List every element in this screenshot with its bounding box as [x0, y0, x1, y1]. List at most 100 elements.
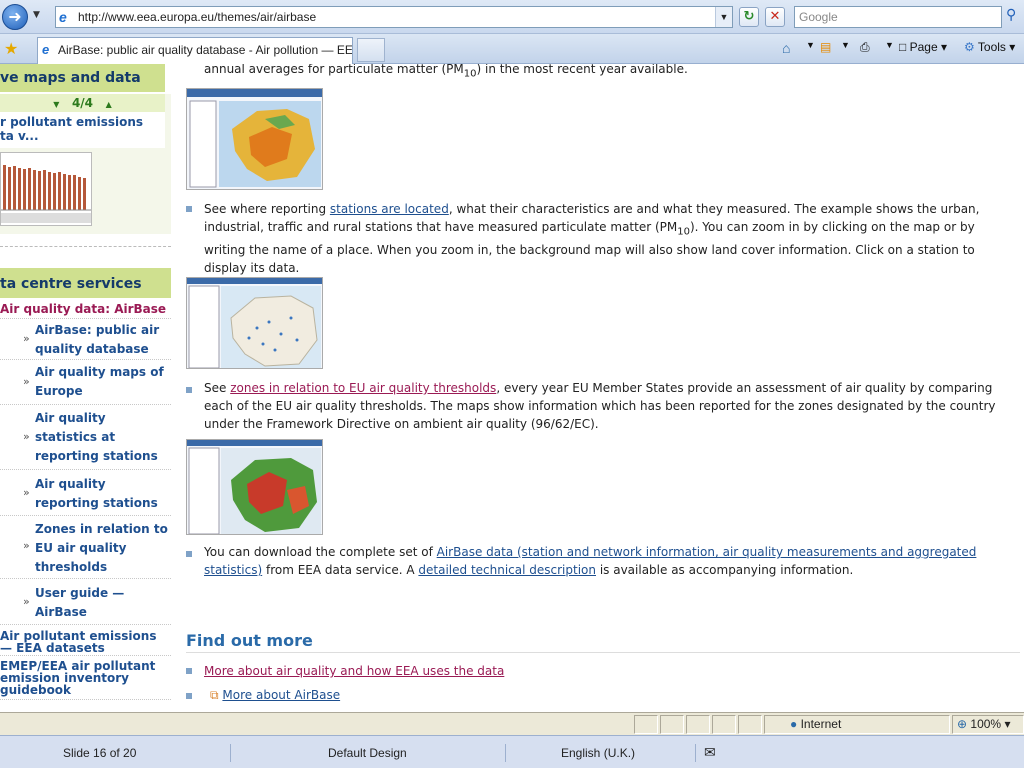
zones-map-thumbnail[interactable]: [186, 439, 323, 535]
zoom-value: 100%: [970, 717, 1002, 731]
refresh-icon[interactable]: ↻: [739, 7, 759, 27]
tab-airbase[interactable]: e AirBase: public air quality database -…: [37, 37, 353, 64]
slide-counter: Slide 16 of 20: [63, 746, 137, 760]
stations-located-link[interactable]: stations are located: [330, 202, 449, 216]
sidebar-item-stations[interactable]: » Air quality reporting stations: [0, 471, 171, 516]
p3-text-mid: from EEA data service. A: [262, 563, 419, 577]
chevron-right-icon: »: [23, 375, 30, 388]
chevron-right-icon: »: [23, 539, 30, 552]
p1-text: See where reporting: [204, 202, 330, 216]
print-dropdown-icon[interactable]: ▼: [885, 40, 894, 50]
url-dropdown-icon[interactable]: ▼: [715, 7, 732, 27]
external-link-icon: ⧉: [210, 688, 219, 702]
more-about-air-quality-link[interactable]: More about air quality and how EEA uses …: [204, 664, 504, 678]
status-segment: [686, 715, 710, 734]
technical-description-link[interactable]: detailed technical description: [418, 563, 596, 577]
sidebar-item-zones[interactable]: » Zones in relation to EU air quality th…: [0, 517, 171, 579]
globe-icon: ●: [790, 717, 798, 731]
divider: [0, 246, 171, 247]
page-menu[interactable]: □ Page ▾: [899, 40, 947, 54]
bullet: [186, 387, 192, 393]
ppt-status-bar: Slide 16 of 20 Default Design English (U…: [0, 735, 1024, 768]
zones-map-image: [187, 440, 322, 534]
p3-text: You can download the complete set of: [204, 545, 437, 559]
sidebar-item-user-guide[interactable]: » User guide — AirBase: [0, 580, 171, 625]
emissions-chart-thumbnail[interactable]: [0, 152, 92, 226]
find-out-more-heading: Find out more: [186, 632, 1020, 653]
separator: [230, 744, 231, 762]
tab-toolbar: ★ e AirBase: public air quality database…: [0, 34, 1024, 64]
zoom-icon: ⊕: [957, 717, 968, 731]
p3-text-end: is available as accompanying information…: [596, 563, 854, 577]
chevron-right-icon: »: [23, 486, 30, 499]
sidebar-item-label: Zones in relation to EU air quality thre…: [35, 522, 168, 574]
pm-subscript: 10: [463, 68, 477, 80]
search-input[interactable]: Google: [794, 6, 1002, 28]
intro-line: annual averages for particulate matter (…: [204, 64, 1009, 83]
main-content: annual averages for particulate matter (…: [186, 64, 1024, 712]
maps-widget: ▼ 4/4 ▲ r pollutant emissions ta v...: [0, 94, 171, 234]
home-dropdown-icon[interactable]: ▼: [806, 40, 815, 50]
chevron-right-icon: »: [23, 430, 30, 443]
print-icon[interactable]: ⎙: [860, 40, 870, 55]
bullet: [186, 551, 192, 557]
stations-map-image: [187, 278, 322, 368]
widget-title-box: r pollutant emissions ta v...: [0, 112, 165, 148]
status-segment: [660, 715, 684, 734]
feeds-icon[interactable]: ▤: [820, 40, 831, 54]
new-tab-button[interactable]: [357, 38, 385, 62]
pager-next-icon[interactable]: ▲: [106, 100, 112, 109]
url-field[interactable]: e http://www.eea.europa.eu/themes/air/ai…: [55, 6, 733, 28]
sidebar-item-label: Air quality maps of Europe: [35, 365, 164, 398]
stop-icon[interactable]: ✕: [765, 7, 785, 27]
more-about-airbase-link[interactable]: More about AirBase: [222, 688, 340, 702]
sidebar-item-emissions-datasets[interactable]: Air pollutant emissions — EEA datasets: [0, 630, 171, 656]
home-icon[interactable]: ⌂: [782, 40, 790, 56]
bullet: [186, 206, 192, 212]
p2-text: See: [204, 381, 231, 395]
sidebar-item-label: AirBase: public air quality database: [35, 323, 160, 356]
address-toolbar: ➜ ▼ e http://www.eea.europa.eu/themes/ai…: [0, 0, 1024, 34]
browser-status-bar: ● Internet ⊕ 100% ▾: [0, 712, 1024, 735]
history-dropdown-icon[interactable]: ▼: [33, 10, 40, 20]
separator: [695, 744, 696, 762]
sidebar-item-statistics[interactable]: » Air quality statistics at reporting st…: [0, 406, 171, 470]
status-segment: [738, 715, 762, 734]
chart-thumbnail-image: [1, 153, 91, 225]
bullet: [186, 693, 192, 699]
sidebar-item-label: Air quality reporting stations: [35, 477, 158, 510]
language-indicator: English (U.K.): [561, 746, 636, 760]
web-page: ve maps and data ▼ 4/4 ▲ r pollutant emi…: [0, 64, 1024, 712]
back-arrow-icon[interactable]: ➜: [2, 4, 28, 30]
sidebar-item-maps[interactable]: » Air quality maps of Europe: [0, 361, 171, 405]
pager-prev-icon[interactable]: ▼: [53, 100, 59, 109]
search-icon[interactable]: ⚲: [1006, 7, 1024, 27]
feeds-dropdown-icon[interactable]: ▼: [841, 40, 850, 50]
zones-thresholds-link[interactable]: zones in relation to EU air quality thre…: [230, 381, 496, 395]
zones-paragraph: See zones in relation to EU air quality …: [204, 379, 1009, 433]
stations-map-thumbnail[interactable]: [186, 277, 323, 369]
ie-page-icon: e: [42, 42, 50, 57]
airbase-map-thumbnail[interactable]: [186, 88, 323, 190]
europe-map-image: [187, 89, 322, 189]
widget-title-link[interactable]: r pollutant emissions ta v...: [0, 112, 165, 143]
sidebar-item-airbase[interactable]: » AirBase: public air quality database: [0, 320, 171, 360]
tab-title: AirBase: public air quality database - A…: [58, 43, 353, 57]
status-segment: [634, 715, 658, 734]
spelling-check-icon[interactable]: ✉: [704, 744, 716, 761]
chevron-right-icon: »: [23, 332, 30, 345]
sidebar-item-label: User guide — AirBase: [35, 586, 125, 619]
design-name: Default Design: [328, 746, 407, 760]
sidebar-item-active-airbase[interactable]: Air quality data: AirBase: [0, 300, 171, 319]
sidebar-item-emep-guidebook[interactable]: EMEP/EEA air pollutant emission inventor…: [0, 660, 171, 700]
zoom-level[interactable]: ⊕ 100% ▾: [957, 715, 1010, 734]
download-paragraph: You can download the complete set of Air…: [204, 543, 1009, 579]
stations-paragraph: See where reporting stations are located…: [204, 200, 1009, 277]
ie-page-icon: e: [59, 9, 67, 25]
internet-zone[interactable]: ● Internet: [790, 715, 841, 734]
sidebar: ve maps and data ▼ 4/4 ▲ r pollutant emi…: [0, 64, 171, 712]
widget-pager[interactable]: ▼ 4/4 ▲: [0, 94, 165, 112]
tools-menu[interactable]: ⚙ Tools ▾: [964, 40, 1015, 54]
chevron-right-icon: »: [23, 595, 30, 608]
favorites-star-icon[interactable]: ★: [4, 39, 18, 58]
